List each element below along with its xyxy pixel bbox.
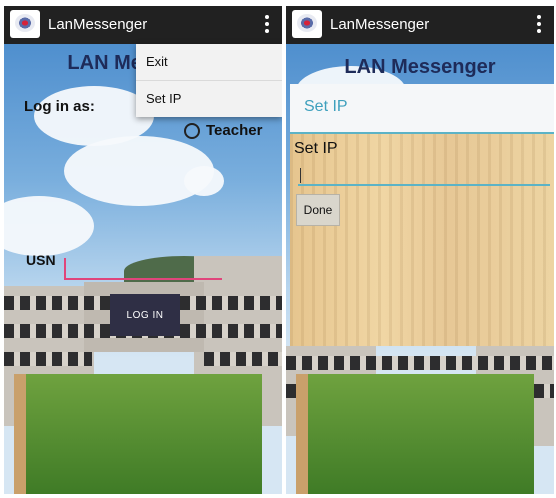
usn-input[interactable] [64,258,222,280]
set-ip-dialog: Set IP Set IP Done [290,84,554,346]
app-logo-icon [10,10,40,38]
teacher-label: Teacher [206,122,263,139]
ip-field-label: Set IP [294,140,338,157]
building-windows [286,356,554,370]
teacher-radio-option[interactable]: Teacher [184,122,262,139]
right-screen: LanMessenger LAN Messenger Set IP Set IP… [286,6,554,494]
app-title: LanMessenger [330,16,430,33]
usn-label: USN [26,252,56,268]
login-as-label: Log in as: [24,98,95,115]
menu-item-set-ip[interactable]: Set IP [136,81,282,117]
left-screen: LanMessenger LAN Messenger Log in as: Te… [4,6,282,494]
walkway [14,374,26,494]
ip-input[interactable] [298,166,550,186]
walkway [296,374,308,494]
action-bar: LanMessenger [286,6,554,44]
app-logo-icon [292,10,322,38]
done-button[interactable]: Done [296,194,340,226]
menu-item-exit[interactable]: Exit [136,44,282,81]
overflow-menu-icon[interactable] [264,15,270,35]
dialog-title: Set IP [304,98,348,115]
building-windows [204,352,282,366]
login-button[interactable]: LOG IN [110,294,180,336]
lawn [306,374,534,494]
overflow-menu: Exit Set IP [136,44,282,117]
page-title: LAN Messenger [344,56,496,78]
app-title: LanMessenger [48,16,148,33]
text-cursor [300,168,301,183]
action-bar: LanMessenger [4,6,282,44]
radio-button-icon[interactable] [184,122,200,139]
building-windows [4,352,92,366]
lawn [24,374,262,494]
overflow-menu-icon[interactable] [536,15,542,35]
cloud [184,166,224,196]
dialog-title-bar: Set IP [290,84,554,134]
